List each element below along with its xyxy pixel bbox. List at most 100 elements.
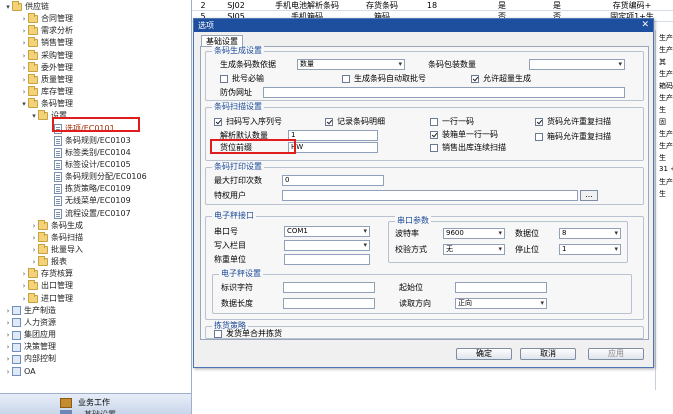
tree-node[interactable]: › 采购管理 (20, 49, 73, 62)
collapse-icon[interactable]: ▾ (30, 110, 38, 122)
checkbox-box[interactable] (325, 118, 333, 126)
tree-node[interactable]: › 合同管理 (20, 13, 73, 25)
tree-node[interactable]: › 质量管理 (20, 73, 73, 86)
tree-node[interactable]: ▾ 供应链 (4, 1, 49, 13)
merge-picking-checkbox[interactable]: 发货单合并拣货 (214, 329, 282, 339)
checkbox-box[interactable] (430, 118, 438, 126)
allow-overgen-checkbox[interactable]: 允许超量生成 (471, 74, 531, 84)
tree-node[interactable]: 条码规则分配/EC0106 (46, 171, 147, 183)
expand-icon[interactable]: › (4, 305, 12, 317)
scan-write-serial-checkbox[interactable]: 扫码写入序列号 (214, 117, 282, 127)
tree-node[interactable]: › OA (4, 366, 36, 378)
tree-node[interactable]: 标签设计/EC0105 (46, 159, 131, 171)
expand-icon[interactable]: › (4, 329, 12, 341)
tree-node[interactable]: 标签类别/EC0104 (46, 147, 131, 159)
tree-node[interactable]: › 委外管理 (20, 61, 73, 74)
allow-repeat-scan-checkbox[interactable]: 货码允许重复扫描 (535, 117, 611, 127)
tree-node[interactable]: 拣货策略/EC0109 (46, 183, 131, 195)
close-icon[interactable]: ✕ (641, 19, 649, 32)
position-prefix-input[interactable]: HW (288, 142, 378, 153)
tree-node[interactable]: 无线菜单/EC0109 (46, 195, 131, 207)
cancel-button[interactable]: 取消 (520, 348, 576, 360)
checkbox-box[interactable] (220, 75, 228, 83)
tree-node[interactable]: › 集团应用 (4, 329, 56, 341)
sale-continuous-scan-checkbox[interactable]: 销售出库连续扫描 (430, 143, 506, 153)
browse-button[interactable]: ... (580, 190, 598, 201)
checkbox-box[interactable] (535, 118, 543, 126)
one-line-one-code-checkbox[interactable]: 一行一码 (430, 117, 474, 127)
box-repeat-scan-checkbox[interactable]: 箱码允许重复扫描 (535, 132, 611, 142)
parity-select[interactable]: 无 ▾ (443, 244, 505, 255)
batch-required-checkbox[interactable]: 批号必输 (220, 74, 264, 84)
basic-settings-label[interactable]: 基础设置 (84, 409, 116, 414)
anti-fake-url-input[interactable] (263, 87, 625, 98)
tree-node[interactable]: › 需求分析 (20, 25, 73, 37)
data-length-input[interactable] (283, 298, 375, 309)
tree-node[interactable]: › 人力资源 (4, 317, 56, 329)
collapse-icon[interactable]: ▾ (4, 1, 12, 13)
collapse-icon[interactable]: ▾ (20, 98, 28, 110)
tree-node[interactable]: › 批量导入 (30, 244, 83, 256)
auto-batch-checkbox[interactable]: 生成条码自动取批号 (342, 74, 426, 84)
expand-icon[interactable]: › (4, 341, 12, 353)
expand-icon[interactable]: › (20, 13, 28, 25)
ok-button[interactable]: 确定 (456, 348, 512, 360)
record-detail-checkbox[interactable]: 记录条码明细 (325, 117, 385, 127)
expand-icon[interactable]: › (4, 353, 12, 365)
expand-icon[interactable]: › (20, 62, 28, 74)
tree-node[interactable]: › 条码生成 (30, 219, 83, 232)
max-print-input[interactable]: 0 (282, 175, 384, 186)
weigh-unit-input[interactable] (284, 254, 370, 265)
read-direction-select[interactable]: 正向 ▾ (455, 298, 547, 309)
data-bits-select[interactable]: 8 ▾ (559, 228, 621, 239)
expand-icon[interactable]: › (20, 280, 28, 292)
write-column-select[interactable]: ▾ (284, 240, 370, 251)
expand-icon[interactable]: › (20, 50, 28, 62)
checkbox-box[interactable] (214, 330, 222, 338)
expand-icon[interactable]: › (30, 256, 38, 268)
expand-icon[interactable]: › (4, 366, 12, 378)
tree-node[interactable]: 流程设置/EC0107 (46, 208, 131, 220)
tree-node[interactable]: › 库存管理 (20, 86, 73, 98)
business-work-button[interactable]: 业务工作 (60, 396, 110, 409)
expand-icon[interactable]: › (20, 37, 28, 49)
tree-node[interactable]: › 进口管理 (20, 292, 73, 305)
pack-qty-select[interactable]: ▾ (529, 59, 625, 70)
tree-node[interactable]: › 条码扫描 (30, 231, 83, 244)
checkbox-box[interactable] (342, 75, 350, 83)
tree-node[interactable]: › 存货核算 (20, 268, 73, 280)
expand-icon[interactable]: › (20, 74, 28, 86)
identifier-input[interactable] (283, 282, 375, 293)
apply-button[interactable]: 应用 (588, 348, 644, 360)
tree-node[interactable]: › 出口管理 (20, 280, 73, 292)
tree-node[interactable]: › 决策管理 (4, 341, 56, 353)
checkbox-box[interactable] (535, 133, 543, 141)
dialog-title-bar[interactable]: 选项 ✕ (194, 19, 653, 32)
expand-icon[interactable]: › (30, 232, 38, 244)
checkbox-box[interactable] (430, 131, 438, 139)
port-select[interactable]: COM1 ▾ (284, 226, 370, 237)
table-row[interactable]: 2 SJ02 手机电池解析条码 存货条码 18 是 是 存货编码+ (192, 0, 673, 11)
tree-node[interactable]: › 生产制造 (4, 305, 56, 317)
tree-node[interactable]: ▾ 条码管理 (20, 98, 73, 110)
expand-icon[interactable]: › (20, 86, 28, 98)
stop-bits-select[interactable]: 1 ▾ (559, 244, 621, 255)
privileged-user-input[interactable] (282, 190, 578, 201)
checkbox-box[interactable] (430, 144, 438, 152)
checkbox-box[interactable] (214, 118, 222, 126)
checkbox-box[interactable] (471, 75, 479, 83)
settings-module-icon[interactable] (60, 410, 72, 414)
tree-node[interactable]: › 销售管理 (20, 37, 73, 49)
expand-icon[interactable]: › (20, 293, 28, 305)
count-basis-select[interactable]: 数量 ▾ (297, 59, 405, 70)
start-bit-input[interactable] (455, 282, 547, 293)
parse-qty-input[interactable]: 1 (288, 130, 378, 141)
expand-icon[interactable]: › (20, 268, 28, 280)
box-one-code-checkbox[interactable]: 装箱单一行一码 (430, 130, 498, 140)
tree-node[interactable]: 条码规则/EC0103 (46, 135, 131, 147)
expand-icon[interactable]: › (4, 317, 12, 329)
expand-icon[interactable]: › (30, 244, 38, 256)
baud-rate-select[interactable]: 9600 ▾ (443, 228, 505, 239)
expand-icon[interactable]: › (20, 25, 28, 37)
tree-node[interactable]: › 报表 (30, 256, 67, 268)
